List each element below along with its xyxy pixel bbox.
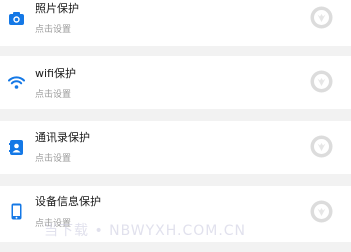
setting-title: 通讯录保护 (35, 131, 90, 144)
setting-title: 设备信息保护 (35, 195, 101, 208)
setting-title: wifi保护 (35, 67, 76, 80)
toggle-switch[interactable] (310, 135, 333, 158)
toggle-switch[interactable] (310, 6, 333, 29)
phone-icon (8, 203, 25, 220)
watermark: 当下载 • NBWYXH.COM.CN (44, 223, 247, 239)
toggle-switch[interactable] (310, 200, 333, 223)
contacts-icon (8, 139, 25, 156)
setting-subtitle: 点击设置 (35, 25, 72, 35)
setting-row-contacts[interactable]: 通讯录保护 点击设置 (0, 121, 351, 174)
camera-icon (8, 10, 25, 27)
toggle-switch[interactable] (310, 70, 333, 93)
setting-row-photo[interactable]: 照片保护 点击设置 (0, 0, 351, 46)
wifi-icon (8, 74, 25, 91)
setting-row-wifi[interactable]: wifi保护 点击设置 (0, 56, 351, 109)
setting-subtitle: 点击设置 (35, 90, 72, 100)
setting-title: 照片保护 (35, 2, 79, 15)
setting-subtitle: 点击设置 (35, 154, 72, 164)
